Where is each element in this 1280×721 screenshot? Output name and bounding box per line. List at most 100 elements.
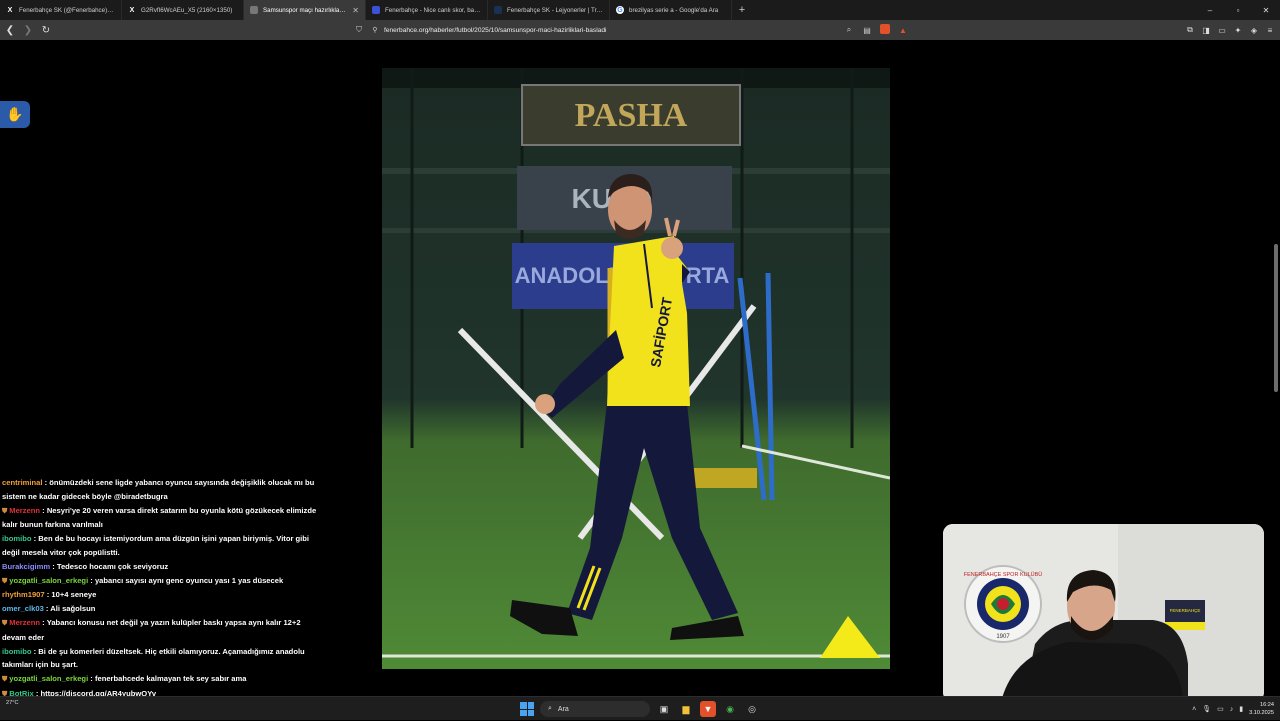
- extensions-icon[interactable]: ✦: [1232, 26, 1244, 35]
- chat-badge-icon: ⛊: [2, 507, 8, 515]
- weather-widget[interactable]: 27°C: [6, 700, 19, 707]
- chat-text: yabancı sayısı aynı genc oyuncu yası 1 y…: [94, 575, 284, 585]
- chat-text: önümüzdeki sene ligde yabancı oyuncu say…: [2, 478, 315, 501]
- url-text[interactable]: fenerbahce.org/haberler/futbol/2025/10/s…: [384, 27, 840, 34]
- chat-username[interactable]: centriminal: [2, 478, 43, 487]
- tab-title: Fenerbahçe SK - Lejyonerler | Transfe: [507, 6, 603, 14]
- tab-nice-score[interactable]: Fenerbahçe - Nice canlı skor, baş baş: [366, 0, 488, 20]
- new-tab-button[interactable]: +: [732, 0, 752, 20]
- chat-badge-icon: ⛊: [2, 676, 8, 684]
- crest-year: 1907: [996, 634, 1010, 640]
- rewards-icon[interactable]: ▲: [894, 26, 912, 35]
- crest-text: FENERBAHÇE SPOR KULÜBÜ: [964, 571, 1043, 578]
- close-window-button[interactable]: ✕: [1252, 0, 1280, 20]
- reader-mode-icon[interactable]: ▤: [858, 26, 876, 35]
- tab-google-search[interactable]: G brezilyas serie a - Google'da Ara: [610, 0, 732, 20]
- site-info-icon[interactable]: ⚲: [366, 26, 384, 34]
- scrollbar-thumb[interactable]: [1274, 244, 1278, 392]
- x-icon: X: [7, 6, 13, 14]
- system-tray: ˄ 🎙 ▭ ♪ ▮ 16:24 3.10.2025: [1192, 697, 1274, 721]
- toolbar-right: ⧉ ◨ ▭ ✦ ◈ ≡: [1184, 22, 1276, 38]
- accessibility-widget-icon[interactable]: ✋: [0, 101, 30, 128]
- chat-text: Bi de şu komerleri düzeltsek. Hiç etkili…: [2, 646, 305, 670]
- banner-pasha: PASHA: [575, 97, 688, 134]
- page-icon: [250, 6, 258, 14]
- x-icon: X: [129, 6, 135, 14]
- bookmark-icon[interactable]: ⛉: [352, 25, 366, 35]
- chat-username[interactable]: ibomibo: [2, 647, 32, 656]
- minimize-button[interactable]: –: [1196, 0, 1224, 20]
- vpn-icon[interactable]: ◈: [1248, 26, 1260, 35]
- chat-username[interactable]: Merzenn: [9, 506, 40, 515]
- tab-title: Samsunspor maçı hazırlıkları baş: [263, 6, 348, 14]
- chat-message: ⛊ Merzenn : Yabancı konusu net değil ya y…: [0, 616, 326, 645]
- chat-message: ⛊ Merzenn : Nesyri'ye 20 veren varsa dire…: [0, 504, 326, 533]
- close-tab-icon[interactable]: ✕: [352, 6, 359, 15]
- taskbar-search[interactable]: ⌕ Ara: [540, 701, 650, 717]
- chat-message: ⛊ yozgatli_salon_erkegi : fenerbahcede ka…: [0, 672, 326, 687]
- tab-strip: X Fenerbahçe SK (@Fenerbahce) / X X G2Rv…: [0, 0, 1280, 20]
- brave-shield-icon[interactable]: [876, 24, 894, 36]
- chat-message: omer_clk03 : Ali sağolsun: [0, 602, 326, 616]
- volume-icon[interactable]: ♪: [1230, 706, 1234, 713]
- address-bar[interactable]: ⛉ ⚲ fenerbahce.org/haberler/futbol/2025/…: [352, 22, 912, 38]
- brave-browser-icon[interactable]: ▼: [700, 701, 716, 717]
- chat-username[interactable]: ibomibo: [2, 534, 32, 543]
- toolbar: ❮ ❯ ↻ ⛉ ⚲ fenerbahce.org/haberler/futbol…: [0, 20, 1280, 40]
- reload-icon[interactable]: ↻: [38, 20, 54, 40]
- zoom-icon[interactable]: ⌕: [840, 25, 858, 35]
- tray-chevron-icon[interactable]: ˄: [1192, 706, 1196, 713]
- chat-message: Burakcigimm : Tedesco hocamı çok seviyor…: [0, 560, 326, 574]
- clock[interactable]: 16:24 3.10.2025: [1249, 701, 1274, 717]
- wallet-icon[interactable]: ▭: [1216, 26, 1228, 35]
- chat-username[interactable]: yozgatli_salon_erkegi: [9, 576, 88, 585]
- article-photo: PASHA KURU ANADOLU SİGORTA: [382, 68, 890, 669]
- forward-icon[interactable]: ❯: [20, 20, 36, 40]
- battery-icon[interactable]: ▮: [1239, 705, 1243, 713]
- chat-message: ibomibo : Bi de şu komerleri düzeltsek. …: [0, 645, 326, 673]
- taskbar-apps: ⌕ Ara ▣ ▆ ▼ ◉ ◎: [520, 697, 760, 721]
- chat-username[interactable]: omer_clk03: [2, 604, 44, 613]
- chat-badge-icon: ⛊: [2, 619, 8, 627]
- maximize-button[interactable]: ▫: [1224, 0, 1252, 20]
- window-controls: – ▫ ✕: [1196, 0, 1280, 20]
- chat-username[interactable]: Merzenn: [9, 618, 40, 627]
- obs-icon[interactable]: ◎: [744, 701, 760, 717]
- microphone-icon[interactable]: 🎙: [1202, 705, 1211, 713]
- page-viewport: ✋ PASHA KURU: [0, 40, 1280, 713]
- chat-separator: :: [50, 561, 57, 571]
- weather-temp: 27°C: [6, 700, 19, 706]
- chat-separator: :: [88, 674, 95, 684]
- tab-title: Fenerbahçe SK (@Fenerbahce) / X: [19, 6, 115, 14]
- chrome-icon[interactable]: ◉: [722, 701, 738, 717]
- network-icon[interactable]: ▭: [1217, 705, 1224, 713]
- task-view-icon[interactable]: ▣: [656, 701, 672, 717]
- tab-title: brezilyas serie a - Google'da Ara: [629, 6, 719, 14]
- tab-image[interactable]: X G2RvfI6WcAEu_X5 (2160×1350): [122, 0, 244, 20]
- wall-sign: FENERBAHÇE: [1170, 608, 1201, 613]
- chat-text: fenerbahcede kalmayan tek sey sabır ama: [94, 674, 247, 684]
- tab-transfermarkt[interactable]: Fenerbahçe SK - Lejyonerler | Transfe: [488, 0, 610, 20]
- transfermarkt-icon: [494, 6, 502, 14]
- tab-fenerbahce-x[interactable]: X Fenerbahçe SK (@Fenerbahce) / X: [0, 0, 122, 20]
- file-explorer-icon[interactable]: ▆: [678, 701, 694, 717]
- chat-message: centriminal : önümüzdeki sene ligde yaba…: [0, 476, 326, 504]
- chat-message: rhythm1907 : 10+4 seneye: [0, 588, 326, 602]
- page-scrollbar[interactable]: [1272, 40, 1280, 696]
- score-icon: [372, 6, 380, 14]
- chat-username[interactable]: rhythm1907: [2, 590, 45, 599]
- google-icon: G: [616, 6, 624, 14]
- search-icon: ⌕: [548, 705, 552, 712]
- chat-separator: :: [88, 575, 95, 585]
- chat-badge-icon: ⛊: [2, 577, 8, 585]
- chat-username[interactable]: Burakcigimm: [2, 562, 50, 571]
- media-icon[interactable]: ⧉: [1184, 25, 1196, 35]
- tab-samsunspor-article[interactable]: Samsunspor maçı hazırlıkları baş ✕: [244, 0, 366, 20]
- chat-username[interactable]: yozgatli_salon_erkegi: [9, 674, 88, 683]
- windows-start-icon[interactable]: [520, 702, 534, 716]
- back-icon[interactable]: ❮: [2, 20, 18, 40]
- sidebar-icon[interactable]: ◨: [1200, 26, 1212, 35]
- menu-icon[interactable]: ≡: [1264, 26, 1276, 35]
- clock-time: 16:24: [1260, 702, 1274, 708]
- chat-message: ⛊ yozgatli_salon_erkegi : yabancı sayısı …: [0, 574, 326, 589]
